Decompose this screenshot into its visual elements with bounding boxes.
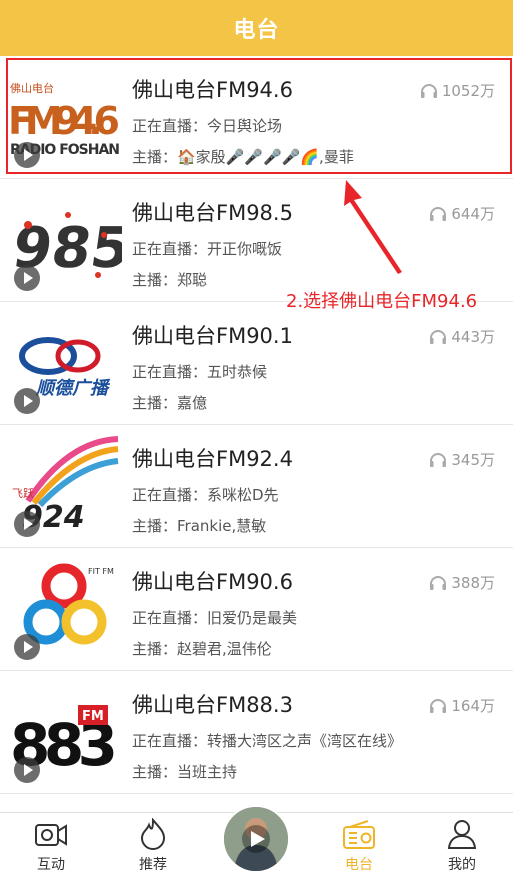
- tab-radio[interactable]: 电台: [308, 813, 410, 881]
- flame-icon: [140, 818, 166, 850]
- station-live-program: 正在直播：旧爱仍是最美: [132, 609, 298, 627]
- play-icon[interactable]: [14, 388, 40, 414]
- station-logo-fm901: 顺德广播: [8, 308, 122, 420]
- headphones-icon: [430, 206, 447, 221]
- station-row-fm901[interactable]: 顺德广播 佛山电台FM90.1 正在直播：五时恭候 主播：嘉億 443万: [0, 302, 513, 425]
- listener-count-value: 1052万: [441, 82, 495, 100]
- listener-count-value: 164万: [451, 697, 495, 715]
- station-live-program: 正在直播：今日舆论场: [132, 117, 283, 135]
- headphones-icon: [430, 698, 447, 713]
- station-name: 佛山电台FM94.6: [132, 78, 293, 102]
- tab-mine[interactable]: 我的: [411, 813, 513, 881]
- headphones-icon: [430, 452, 447, 467]
- station-row-fm985[interactable]: 985 佛山电台FM98.5 正在直播：开正你嘅饭 主播：郑聪 644万: [0, 179, 513, 302]
- logo-text-top: FIT FM: [88, 567, 114, 576]
- top-bar: 电台: [0, 0, 513, 56]
- station-logo-fm883: 883 FM: [8, 677, 122, 789]
- tab-label: 我的: [448, 857, 476, 873]
- station-logo-fm946: 佛山电台 FM94.6 RADIO FOSHAN: [8, 62, 122, 174]
- station-logo-fm906: FIT FM: [8, 554, 122, 666]
- station-name: 佛山电台FM90.1: [132, 324, 293, 348]
- listener-count-value: 388万: [451, 574, 495, 592]
- listener-count: 443万: [429, 326, 495, 347]
- station-live-program: 正在直播：系咪松D先: [132, 486, 279, 504]
- play-icon[interactable]: [14, 142, 40, 168]
- logo-text-main: 顺德广播: [35, 378, 111, 399]
- person-icon: [447, 820, 477, 849]
- listener-count: 1052万: [420, 80, 495, 101]
- camera-icon: [35, 824, 67, 846]
- logo-text-top: 佛山电台: [10, 81, 54, 95]
- station-live-program: 正在直播：五时恭候: [132, 363, 268, 381]
- listener-count-value: 644万: [451, 205, 495, 223]
- listener-count: 164万: [429, 695, 495, 716]
- station-live-program: 正在直播：转播大湾区之声《湾区在线》: [132, 732, 403, 750]
- tab-label: 推荐: [139, 857, 167, 873]
- logo-text-top: 飞跃: [12, 486, 34, 500]
- now-playing-avatar-button[interactable]: [222, 805, 290, 873]
- station-row-fm883[interactable]: 883 FM 佛山电台FM88.3 正在直播：转播大湾区之声《湾区在线》 主播：…: [0, 671, 513, 794]
- station-row-fm924[interactable]: 飞跃 924 佛山电台FM92.4 正在直播：系咪松D先 主播：Frankie,…: [0, 425, 513, 548]
- headphones-icon: [420, 83, 437, 98]
- station-logo-fm924: 飞跃 924: [8, 431, 122, 543]
- listener-count: 345万: [429, 449, 495, 470]
- play-icon[interactable]: [14, 265, 40, 291]
- tab-label: 电台: [345, 857, 373, 873]
- headphones-icon: [430, 575, 447, 590]
- station-host: 主播：当班主持: [132, 763, 238, 781]
- station-host: 主播：赵碧君,温伟伦: [132, 640, 272, 658]
- station-name: 佛山电台FM88.3: [132, 693, 293, 717]
- radio-icon: [343, 820, 375, 849]
- listener-count: 644万: [429, 203, 495, 224]
- annotation-arrow-icon: [344, 180, 402, 274]
- play-icon[interactable]: [14, 634, 40, 660]
- station-row-fm946[interactable]: 佛山电台 FM94.6 RADIO FOSHAN 佛山电台FM94.6 正在直播…: [0, 56, 513, 179]
- station-name: 佛山电台FM92.4: [132, 447, 293, 471]
- play-icon[interactable]: [14, 757, 40, 783]
- station-list: 佛山电台 FM94.6 RADIO FOSHAN 佛山电台FM94.6 正在直播…: [0, 56, 513, 815]
- logo-text-main: FM94.6: [8, 99, 120, 143]
- station-host: 主播：嘉億: [132, 394, 208, 412]
- station-host: 主播：🏠家殷🎤🎤🎤🎤🌈,曼菲: [132, 148, 354, 166]
- station-live-program: 正在直播：开正你嘅饭: [132, 240, 283, 258]
- page-title: 电台: [233, 18, 280, 43]
- play-icon[interactable]: [14, 511, 40, 537]
- listener-count-value: 443万: [451, 328, 495, 346]
- station-host: 主播：Frankie,慧敏: [132, 517, 267, 535]
- tab-interact[interactable]: 互动: [0, 813, 102, 881]
- listener-count-value: 345万: [451, 451, 495, 469]
- logo-text-sub: FM: [82, 709, 104, 724]
- station-logo-fm985: 985: [8, 185, 122, 297]
- station-row-fm906[interactable]: FIT FM 佛山电台FM90.6 正在直播：旧爱仍是最美 主播：赵碧君,温伟伦…: [0, 548, 513, 671]
- listener-count: 388万: [429, 572, 495, 593]
- station-name: 佛山电台FM90.6: [132, 570, 293, 594]
- station-host: 主播：郑聪: [132, 271, 208, 289]
- tutorial-annotation: 2.选择佛山电台FM94.6: [286, 291, 478, 312]
- tab-label: 互动: [37, 857, 65, 873]
- tab-recommend[interactable]: 推荐: [102, 813, 204, 881]
- headphones-icon: [430, 329, 447, 344]
- station-name: 佛山电台FM98.5: [132, 201, 293, 225]
